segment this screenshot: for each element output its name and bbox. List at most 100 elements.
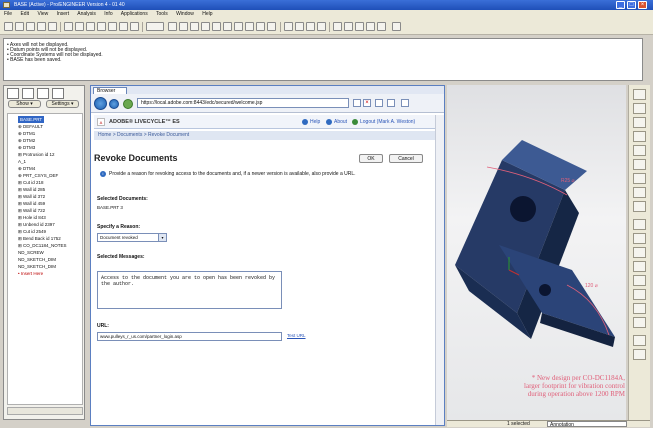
tree-horizontal-scrollbar[interactable] (7, 407, 83, 415)
orient-icon[interactable] (190, 22, 199, 31)
breadcrumb[interactable]: Home > Documents > Revoke Document (94, 131, 442, 140)
csys-tool-icon[interactable] (633, 131, 646, 142)
paste-icon[interactable] (108, 22, 117, 31)
favorites-tab-icon[interactable] (37, 88, 49, 99)
address-bar[interactable]: https://local.adobe.com:8443/edc/secured… (137, 98, 349, 108)
tree-item[interactable]: A_1 (18, 158, 78, 165)
dimension-label[interactable]: R25 ⌀ (561, 178, 575, 184)
print-icon[interactable] (37, 22, 46, 31)
tree-item[interactable]: ⊞ Wall id 459 (18, 200, 78, 207)
selection-filter-dropdown[interactable] (146, 22, 164, 31)
stop-icon[interactable]: × (363, 99, 371, 107)
tree-item[interactable]: ND_SKETCH_DIM (18, 263, 78, 270)
datum-points-icon[interactable] (355, 22, 364, 31)
datum-axes-icon[interactable] (344, 22, 353, 31)
datum-planes-icon[interactable] (333, 22, 342, 31)
tree-item[interactable]: ⊕ DEFAULT (18, 123, 78, 130)
regenerate-icon[interactable] (119, 22, 128, 31)
tree-item[interactable]: • Insert Here (18, 270, 78, 277)
wireframe-icon[interactable] (284, 22, 293, 31)
cut-icon[interactable] (86, 22, 95, 31)
blend-tool-icon[interactable] (633, 201, 646, 212)
back-icon[interactable] (94, 97, 107, 110)
menu-window[interactable]: Window (176, 11, 194, 17)
tree-item[interactable]: ⊕ DTM3 (18, 144, 78, 151)
tree-item[interactable]: ⊞ CO_DC1184_NOTES (18, 242, 78, 249)
merge-tool-icon[interactable] (633, 335, 646, 346)
shell-tool-icon[interactable] (633, 233, 646, 244)
tree-item[interactable]: ⊕ DTM1 (18, 130, 78, 137)
menu-analysis[interactable]: Analysis (77, 11, 96, 17)
datum-point-tool-icon[interactable] (633, 117, 646, 128)
menu-tools[interactable]: Tools (156, 11, 168, 17)
browser-tab[interactable]: Browser (93, 87, 127, 94)
message-textarea[interactable]: Access to the document you are to open h… (97, 271, 282, 309)
datum-axis-tool-icon[interactable] (633, 103, 646, 114)
tree-item[interactable]: ⊞ Protrusion id 12 (18, 151, 78, 158)
rib-tool-icon[interactable] (633, 247, 646, 258)
repaint-icon[interactable] (168, 22, 177, 31)
menu-applications[interactable]: Applications (121, 11, 148, 17)
tree-item[interactable]: ND_SKETCH_DIM (18, 256, 78, 263)
revolve-tool-icon[interactable] (633, 173, 646, 184)
logout-link[interactable]: Logout (Mark A. Weston) (360, 115, 415, 129)
copy-icon[interactable] (97, 22, 106, 31)
tree-item[interactable]: ⊞ Wall id 285 (18, 186, 78, 193)
menu-edit[interactable]: Edit (20, 11, 29, 17)
open-file-icon[interactable] (15, 22, 24, 31)
menu-file[interactable]: File (4, 11, 12, 17)
context-help-icon[interactable] (392, 22, 401, 31)
chamfer-tool-icon[interactable] (633, 289, 646, 300)
design-note-annotation[interactable]: * New design per CO-DC1184A, larger foot… (520, 374, 625, 398)
refit-icon[interactable] (223, 22, 232, 31)
saved-views-icon[interactable] (245, 22, 254, 31)
test-url-link[interactable]: Test URL (287, 333, 306, 338)
find-icon[interactable] (130, 22, 139, 31)
close-button[interactable]: × (638, 1, 647, 9)
print-icon[interactable] (387, 99, 395, 107)
zoom-out-icon[interactable] (212, 22, 221, 31)
draft-tool-icon[interactable] (633, 261, 646, 272)
tree-item[interactable]: ⊞ Cut id 218 (18, 179, 78, 186)
about-link[interactable]: About (334, 115, 347, 129)
menu-view[interactable]: View (37, 11, 48, 17)
round-tool-icon[interactable] (633, 275, 646, 286)
tree-item[interactable]: ⊕ DTM4 (18, 165, 78, 172)
menu-info[interactable]: Info (104, 11, 112, 17)
mirror-tool-icon[interactable] (633, 317, 646, 328)
spin-center-icon[interactable] (179, 22, 188, 31)
reason-select[interactable]: Document revoked ▾ (97, 233, 167, 242)
datum-plane-tool-icon[interactable] (633, 89, 646, 100)
hole-tool-icon[interactable] (633, 219, 646, 230)
pattern-tool-icon[interactable] (633, 303, 646, 314)
bracket-model[interactable] (447, 85, 626, 420)
sketch-tool-icon[interactable] (633, 145, 646, 156)
annotation-display-icon[interactable] (377, 22, 386, 31)
redo-icon[interactable] (75, 22, 84, 31)
sweep-tool-icon[interactable] (633, 187, 646, 198)
url-field[interactable]: www.pulleys_r_us.com/partner_login.asp (97, 332, 282, 341)
model-tree-tab-icon[interactable] (7, 88, 19, 99)
forward-icon[interactable] (109, 99, 119, 109)
page-icon[interactable] (401, 99, 409, 107)
home-icon[interactable] (375, 99, 383, 107)
tree-item[interactable]: ⊞ Cut id 2549 (18, 228, 78, 235)
email-icon[interactable] (48, 22, 57, 31)
ok-button[interactable]: OK (359, 154, 383, 163)
menu-help[interactable]: Help (202, 11, 212, 17)
new-file-icon[interactable] (4, 22, 13, 31)
browser-scrollbar[interactable] (435, 115, 444, 425)
trim-tool-icon[interactable] (633, 349, 646, 360)
tree-item[interactable]: ⊞ Hole id 843 (18, 214, 78, 221)
tree-item[interactable]: BASE.PRT (18, 116, 78, 123)
help-link[interactable]: Help (310, 115, 320, 129)
tree-item[interactable]: ⊕ PRT_CSYS_DEF (18, 172, 78, 179)
shading-icon[interactable] (317, 22, 326, 31)
folder-browser-tab-icon[interactable] (22, 88, 34, 99)
menu-insert[interactable]: Insert (57, 11, 70, 17)
tree-item[interactable]: ⊞ Bend Back id 1752 (18, 235, 78, 242)
no-hidden-icon[interactable] (306, 22, 315, 31)
extrude-tool-icon[interactable] (633, 159, 646, 170)
view-manager-icon[interactable] (267, 22, 276, 31)
dimension-label[interactable]: 120 ⌀ (585, 283, 598, 289)
